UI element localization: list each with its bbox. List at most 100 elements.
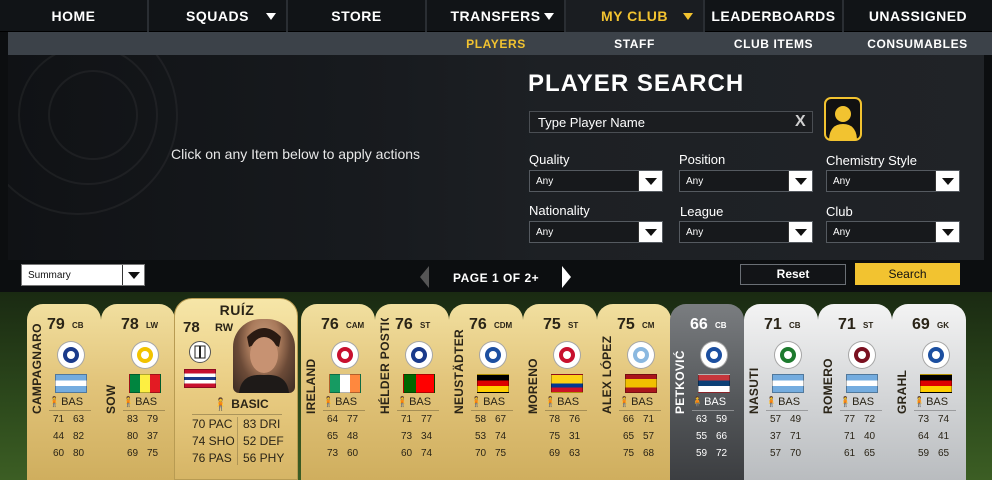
- chemistry-style-select[interactable]: Any: [826, 170, 960, 192]
- player-card[interactable]: ROMERO 71 ST 🧍 BAS 77 72 71 40 61 65: [818, 304, 892, 480]
- subnav-consumables[interactable]: CONSUMABLES: [843, 32, 992, 55]
- player-rating: 76: [395, 316, 413, 333]
- club-badge-graphic: [854, 347, 870, 363]
- chevron-down-icon: [935, 171, 959, 191]
- player-position: ST: [863, 321, 874, 330]
- silhouette-graphic: [829, 106, 857, 139]
- nav-squads[interactable]: SQUADS: [149, 0, 288, 32]
- player-rating: 69: [912, 316, 930, 333]
- stat-value: 65: [623, 431, 635, 442]
- chemistry-style: 🧍 BAS: [913, 396, 948, 408]
- subnav-spacer: [8, 32, 427, 55]
- chemistry-style: 🧍 BAS: [839, 396, 874, 408]
- player-card[interactable]: IRELAND 76 CAM 🧍 BAS 64 77 65 48 73 60: [301, 304, 375, 480]
- stat-value: 72: [716, 448, 728, 459]
- stat-value: 71: [401, 414, 413, 425]
- subnav-label: PLAYERS: [466, 36, 526, 51]
- player-card[interactable]: GRAHL 69 GK 🧍 BAS 73 74 64 41 59 65: [892, 304, 966, 480]
- stat-value: 69: [127, 448, 139, 459]
- search-button[interactable]: Search: [855, 263, 960, 285]
- player-rating: 78: [121, 316, 139, 333]
- stat-value: 74: [495, 431, 507, 442]
- club-badge-graphic: [194, 345, 206, 359]
- next-page-icon[interactable]: [562, 266, 571, 288]
- subnav-staff[interactable]: STAFF: [565, 32, 704, 55]
- player-name: NEUSTÄDTER: [452, 328, 466, 414]
- stat-value: 78: [549, 414, 561, 425]
- player-name: PETKOVIĆ: [673, 350, 687, 414]
- stat-value: 71: [844, 431, 856, 442]
- nav-leaderboards[interactable]: LEADERBOARDS: [705, 0, 844, 32]
- chemistry-icon: 🧍: [691, 397, 704, 408]
- select-value: Any: [833, 227, 851, 238]
- club-select[interactable]: Any: [826, 221, 960, 243]
- select-value: Any: [536, 176, 554, 187]
- stat-value: 58: [475, 414, 487, 425]
- stat-value: 59: [918, 448, 930, 459]
- player-card[interactable]: PETKOVIĆ 66 CB 🧍 BAS 63 59 55 66 59 72: [670, 304, 744, 480]
- player-position: CM: [642, 321, 655, 330]
- chemistry-label: BAS: [704, 396, 727, 408]
- selected-player-card[interactable]: RUÍZ 78 RW 🧍 BASIC 70 PAC 83 DRI 74 SHO …: [174, 298, 298, 480]
- player-name: HÉLDER POSTIGA: [378, 318, 392, 414]
- player-name: SOW: [104, 384, 118, 414]
- player-card[interactable]: NASUTI 71 CB 🧍 BAS 57 49 37 71 57 70: [744, 304, 818, 480]
- club-badge-graphic: [337, 347, 353, 363]
- divider: [545, 410, 587, 411]
- stat-sho: 74 SHO: [192, 434, 235, 448]
- player-card[interactable]: ALEX LÓPEZ 75 CM 🧍 BAS 66 71 65 57 75 68: [597, 304, 671, 480]
- club-badge-icon: [331, 341, 359, 369]
- club-badge-icon: [922, 341, 950, 369]
- divider: [914, 410, 956, 411]
- club-badge-icon: [405, 341, 433, 369]
- sub-navigation: PLAYERS STAFF CLUB ITEMS CONSUMABLES: [8, 32, 992, 55]
- player-card[interactable]: NEUSTÄDTER 76 CDM 🧍 BAS 58 67 53 74 70 75: [449, 304, 523, 480]
- nav-store[interactable]: STORE: [288, 0, 427, 32]
- chemistry-icon: 🧍: [396, 397, 409, 408]
- chemistry-style: 🧍 BAS: [396, 396, 431, 408]
- player-card[interactable]: CAMPAGNARO 79 CB 🧍 BAS 71 63 44 82 60 80: [27, 304, 101, 480]
- player-rating: 66: [690, 316, 708, 333]
- subnav-players[interactable]: PLAYERS: [427, 32, 565, 55]
- player-card[interactable]: HÉLDER POSTIGA 76 ST 🧍 BAS 71 77 73 34 60 74: [375, 304, 449, 480]
- chemistry-icon: 🧍: [48, 397, 61, 408]
- league-select[interactable]: Any: [679, 221, 813, 243]
- nationality-select[interactable]: Any: [529, 221, 663, 243]
- stat-value: 66: [716, 431, 728, 442]
- nav-my-club[interactable]: MY CLUB: [566, 0, 705, 32]
- player-rating: 75: [543, 316, 561, 333]
- chemistry-label: BAS: [409, 396, 432, 408]
- reset-button[interactable]: Reset: [740, 264, 846, 285]
- chevron-down-icon: [122, 265, 144, 285]
- player-rating: 76: [469, 316, 487, 333]
- player-name: ALEX LÓPEZ: [600, 335, 614, 414]
- player-card[interactable]: SOW 78 LW 🧍 BAS 83 79 80 37 69 75: [101, 304, 175, 480]
- club-badge-icon: [848, 341, 876, 369]
- previous-page-icon[interactable]: [420, 266, 429, 288]
- divider: [619, 410, 661, 411]
- chemistry-label: BASIC: [231, 397, 269, 411]
- player-rating: 79: [47, 316, 65, 333]
- subnav-club-items[interactable]: CLUB ITEMS: [704, 32, 843, 55]
- divider: [323, 410, 365, 411]
- chemistry-label: BAS: [631, 396, 654, 408]
- stat-value: 59: [696, 448, 708, 459]
- nav-transfers[interactable]: TRANSFERS: [427, 0, 566, 32]
- clear-icon[interactable]: X: [795, 113, 806, 131]
- position-select[interactable]: Any: [679, 170, 813, 192]
- stat-value: 57: [770, 414, 782, 425]
- actions-hint: Click on any Item below to apply actions: [171, 146, 421, 162]
- quality-select[interactable]: Any: [529, 170, 663, 192]
- stat-value: 60: [401, 448, 413, 459]
- club-badge-graphic: [633, 347, 649, 363]
- stat-value: 77: [421, 414, 433, 425]
- player-card[interactable]: MORENO 75 ST 🧍 BAS 78 76 75 31 69 63: [523, 304, 597, 480]
- nav-home[interactable]: HOME: [0, 0, 149, 32]
- player-name-input[interactable]: Type Player Name: [529, 111, 813, 133]
- chevron-down-icon: [544, 13, 554, 20]
- stat-value: 76: [569, 414, 581, 425]
- nav-unassigned[interactable]: UNASSIGNED: [844, 0, 992, 32]
- player-name-vertical: GRAHL: [895, 318, 909, 414]
- nation-flag-icon: [329, 374, 361, 393]
- view-mode-select[interactable]: Summary: [21, 264, 145, 286]
